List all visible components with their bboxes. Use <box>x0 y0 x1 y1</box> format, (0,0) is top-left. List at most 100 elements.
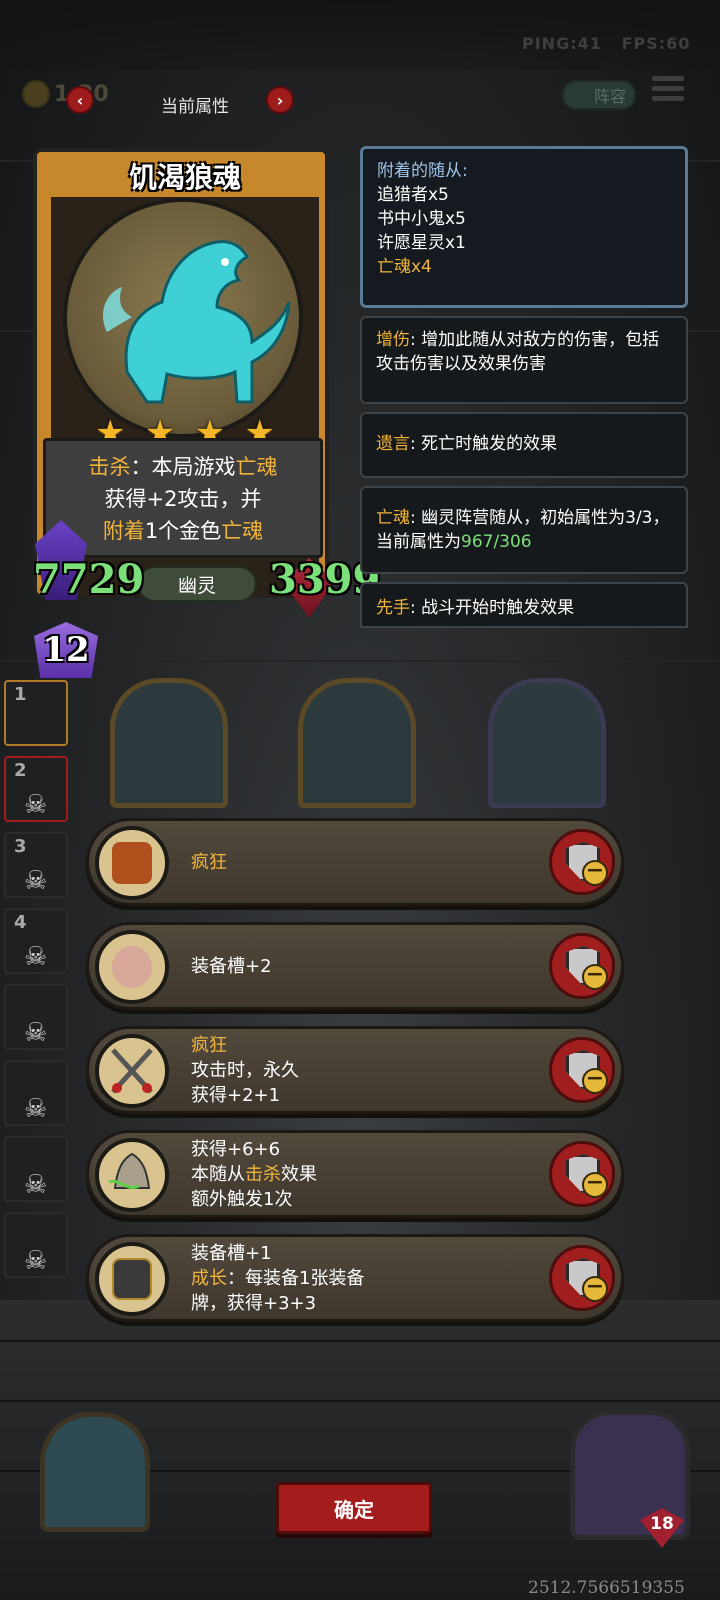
minion-entry: 亡魂x4 <box>377 257 432 277</box>
slot-6[interactable]: ☠ <box>4 1060 68 1126</box>
skull-icon: ☠ <box>24 1246 48 1276</box>
player-hero-portrait[interactable] <box>40 1412 150 1532</box>
item-line: 获得+6+6 <box>191 1139 281 1160</box>
remove-equipment-button[interactable]: − <box>549 1141 615 1207</box>
slot-1[interactable]: 1 <box>4 680 68 746</box>
attached-minions-panel: 附着的随从: 追猎者x5 书中小鬼x5 许愿星灵x1 亡魂x4 <box>360 146 688 308</box>
item-keyword: 疯狂 <box>191 1035 227 1056</box>
chevron-left-icon[interactable]: ‹ <box>66 86 94 114</box>
slot-number: 3 <box>14 836 27 857</box>
desc-text: 1个金色 <box>144 519 222 543</box>
minus-icon: − <box>582 1172 608 1198</box>
attribute-header: ‹ 当前属性 › <box>60 86 310 118</box>
equipment-item[interactable]: 装备槽+1 成长：每装备1张装备 牌，获得+3+3 − <box>86 1234 624 1322</box>
slot-4[interactable]: 4 ☠ <box>4 908 68 974</box>
gauntlet-icon <box>95 1242 169 1316</box>
coin-icon <box>22 80 50 108</box>
equipment-item[interactable]: 获得+6+6 本随从击杀效果 额外触发1次 − <box>86 1130 624 1218</box>
item-line: 牌，获得+3+3 <box>191 1293 317 1314</box>
keyword-panel-soul: 亡魂: 幽灵阵营随从，初始属性为3/3，当前属性为967/306 <box>360 486 688 574</box>
minus-icon: − <box>582 1068 608 1094</box>
desc-text: ：本局游戏 <box>130 455 236 479</box>
skull-icon: ☠ <box>24 942 48 972</box>
keyword: 亡魂 <box>376 508 410 528</box>
slot-number: 2 <box>14 760 27 781</box>
attack-value: 7729 <box>33 556 145 603</box>
minion-entry: 追猎者x5 <box>377 185 449 205</box>
slot-3[interactable]: 3 ☠ <box>4 832 68 898</box>
item-keyword: 击杀 <box>245 1164 281 1185</box>
item-keyword: 疯狂 <box>191 852 227 873</box>
item-text: 疯狂 攻击时，永久 获得+2+1 <box>191 1033 299 1108</box>
fps-label: FPS:60 <box>621 34 691 53</box>
item-line: 额外触发1次 <box>191 1189 293 1210</box>
keyword: 增伤 <box>376 330 410 350</box>
minion-entry: 许愿星灵x1 <box>377 233 466 253</box>
crossed-swords-icon <box>95 1034 169 1108</box>
item-text: 装备槽+1 成长：每装备1张装备 牌，获得+3+3 <box>191 1241 364 1316</box>
keyword-desc: : 战斗开始时触发效果 <box>410 598 575 618</box>
board-minion-frame <box>110 678 228 808</box>
minion-entry: 书中小鬼x5 <box>377 209 466 229</box>
item-line: 装备槽+1 <box>191 1243 272 1264</box>
keyword-attach: 附着 <box>102 519 145 543</box>
confirm-button[interactable]: 确定 <box>276 1482 432 1534</box>
slot-number: 4 <box>14 912 27 933</box>
ping-label: PING:41 <box>522 34 602 53</box>
equipment-item[interactable]: 疯狂 − <box>86 818 624 906</box>
equipment-item[interactable]: 装备槽+2 − <box>86 922 624 1010</box>
skull-icon: ☠ <box>24 1170 48 1200</box>
skull-icon: ☠ <box>24 790 48 820</box>
remove-equipment-button[interactable]: − <box>549 829 615 895</box>
coordinate-readout: 2512.7566519355 <box>528 1578 685 1598</box>
equipment-item[interactable]: 疯狂 攻击时，永久 获得+2+1 − <box>86 1026 624 1114</box>
card-description: 击杀：本局游戏亡魂 获得+2攻击，并 附着1个金色亡魂 <box>43 451 323 547</box>
minus-icon: − <box>582 860 608 886</box>
tribe-label: 幽灵 <box>177 575 216 597</box>
menu-icon[interactable] <box>652 76 684 106</box>
desc-line-2: 获得+2攻击，并 <box>104 487 262 511</box>
skull-icon: ☠ <box>24 1018 48 1048</box>
keyword-desc: : 增加此随从对敌方的伤害，包括攻击伤害以及效果伤害 <box>376 330 660 374</box>
slot-7[interactable]: ☠ <box>4 1136 68 1202</box>
soul-current-stats: 967/306 <box>461 532 532 552</box>
hero-health: 18 <box>650 1514 674 1534</box>
remove-equipment-button[interactable]: − <box>549 933 615 999</box>
keyword: 先手 <box>376 598 410 618</box>
wolf-spirit-portrait <box>63 198 303 438</box>
board-minion-frame <box>488 678 606 808</box>
confirm-label: 确定 <box>334 1497 374 1522</box>
helmet-icon <box>95 826 169 900</box>
minus-icon: − <box>582 1276 608 1302</box>
wolf-icon <box>102 240 291 404</box>
ping-fps-readout: PING:41 FPS:60 <box>522 34 690 53</box>
tavern-level: 12 <box>42 630 90 670</box>
keyword-panel-first-strike: 先手: 战斗开始时触发效果 <box>360 582 688 628</box>
minion-card: 饥渴狼魂 ★ ★ ★ ★ 击杀：本局游戏亡魂 获得+2攻击，并 附着1个金色亡魂… <box>25 138 380 628</box>
item-line: 攻击时，永久 <box>191 1060 299 1081</box>
card-name: 饥渴狼魂 <box>128 161 241 194</box>
page-title: 当前属性 <box>161 97 229 117</box>
item-line: 效果 <box>281 1164 317 1185</box>
minus-icon: − <box>582 964 608 990</box>
slot-2[interactable]: 2 ☠ <box>4 756 68 822</box>
roster-label: 阵容 <box>593 87 626 106</box>
item-line: 本随从 <box>191 1164 245 1185</box>
slot-5[interactable]: ☠ <box>4 984 68 1050</box>
remove-equipment-button[interactable]: − <box>549 1037 615 1103</box>
chevron-right-icon[interactable]: › <box>266 86 294 114</box>
roster-button[interactable]: 阵容 <box>562 80 636 110</box>
item-text: 疯狂 <box>191 850 227 875</box>
item-text: 获得+6+6 本随从击杀效果 额外触发1次 <box>191 1137 317 1212</box>
keyword-desc: : 死亡时触发的效果 <box>410 434 558 454</box>
slot-number: 1 <box>14 684 27 705</box>
item-line: ：每装备1张装备 <box>227 1268 365 1289</box>
skull-icon: ☠ <box>24 1094 48 1124</box>
bell-icon <box>95 1138 169 1212</box>
skull-icon: ☠ <box>24 866 48 896</box>
item-text: 装备槽+2 <box>191 954 272 979</box>
keyword-kill: 击杀 <box>88 455 131 479</box>
item-line: 装备槽+2 <box>191 956 272 977</box>
remove-equipment-button[interactable]: − <box>549 1245 615 1311</box>
slot-8[interactable]: ☠ <box>4 1212 68 1278</box>
